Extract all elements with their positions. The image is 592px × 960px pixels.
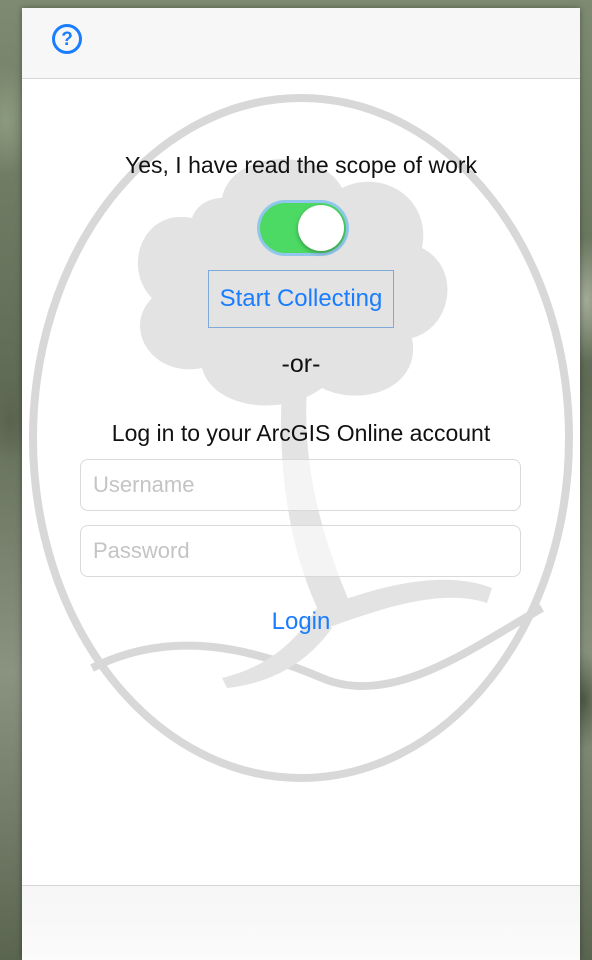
username-input[interactable] (80, 459, 521, 511)
arcgis-login-label: Log in to your ArcGIS Online account (111, 420, 491, 446)
toggle-knob (298, 205, 344, 251)
bottom-toolbar (22, 885, 580, 960)
scope-of-work-label: Yes, I have read the scope of work (124, 152, 478, 178)
scope-of-work-toggle[interactable] (260, 203, 346, 253)
login-panel: ? Yes, I have read the scope of work Sta… (22, 8, 580, 960)
tree-logo-watermark (29, 94, 573, 782)
login-button[interactable]: Login (251, 602, 351, 642)
top-navigation-bar: ? (22, 8, 580, 79)
start-collecting-button[interactable]: Start Collecting (208, 270, 394, 328)
help-icon[interactable]: ? (52, 24, 82, 54)
or-separator: -or- (281, 350, 321, 378)
password-input[interactable] (80, 525, 521, 577)
